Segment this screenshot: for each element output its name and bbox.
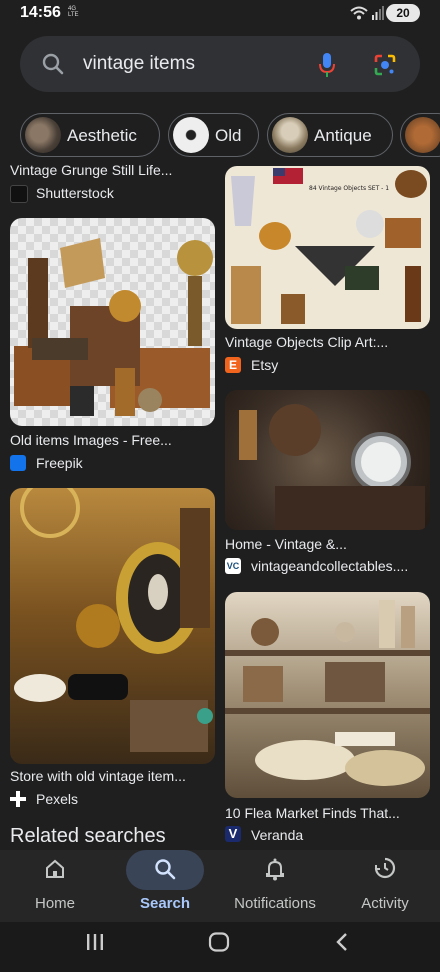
result-title[interactable]: 10 Flea Market Finds That... [225,805,430,821]
etsy-icon: E [225,357,241,373]
chip-thumbnail [173,117,209,153]
result-image-pocket-watch[interactable] [225,390,430,530]
wifi-icon [350,6,368,20]
activity-icon [374,857,396,879]
flea-market-illustration [225,600,430,786]
chip-thumbnail [405,117,440,153]
back-icon[interactable] [334,932,350,952]
search-input[interactable]: vintage items [83,53,195,75]
result-source[interactable]: Shutterstock [36,185,114,201]
home-icon [46,859,64,878]
tab-label: Notifications [234,895,316,912]
pexels-icon [10,791,26,807]
result-source[interactable]: Freepik [36,455,83,471]
network-indicator: 4G LTE [68,6,79,18]
chip-antique[interactable]: Antique [267,113,393,157]
chip-old[interactable]: Old [168,113,259,157]
result-image-flea-market[interactable] [225,592,430,798]
chip-more[interactable] [400,113,440,157]
tab-home[interactable]: Home [5,850,105,920]
result-source[interactable]: vintageandcollectables.... [251,558,431,574]
tab-label: Home [34,895,75,912]
bell-icon [266,858,284,881]
result-source[interactable]: Pexels [36,791,78,807]
tab-activity[interactable]: Activity [335,850,435,920]
clip-art-caption: 84 Vintage Objects SET - 1 [309,185,389,192]
chip-label: Old [215,126,242,145]
result-title[interactable]: Home - Vintage &... [225,536,430,552]
result-image-vintage-store[interactable] [10,488,215,764]
result-title[interactable]: Store with old vintage item... [10,768,215,784]
chip-thumbnail [272,117,308,153]
pocket-watch-illustration [239,404,425,530]
search-icon [155,859,176,880]
vintage-store-illustration [14,488,213,752]
result-title[interactable]: Vintage Grunge Still Life... [10,162,210,178]
result-title[interactable]: Old items Images - Free... [10,432,215,448]
status-time: 14:56 [20,4,61,21]
microphone-icon[interactable] [318,52,336,78]
clip-art-illustration: 84 Vintage Objects SET - 1 [231,168,427,324]
result-title[interactable]: Vintage Objects Clip Art:... [225,334,430,350]
search-bar[interactable] [20,36,420,92]
result-source[interactable]: Etsy [251,357,278,373]
vintageandcollectables-icon: VC [225,558,241,574]
recent-apps-icon[interactable] [85,932,105,952]
tab-notifications[interactable]: Notifications [225,850,325,920]
chip-aesthetic[interactable]: Aesthetic [20,113,160,157]
result-source[interactable]: Veranda [251,827,303,843]
veranda-icon: V [225,826,241,842]
freepik-icon [10,455,26,471]
chip-thumbnail [25,117,61,153]
tab-search[interactable]: Search [115,850,215,920]
result-image-old-items[interactable] [10,218,215,426]
battery-indicator: 20 [386,4,420,22]
tab-label: Search [139,895,191,912]
signal-icon [372,6,384,20]
google-lens-icon[interactable] [373,53,397,77]
old-items-illustration [14,238,213,416]
result-image-clip-art[interactable]: 84 Vintage Objects SET - 1 [225,166,430,329]
chip-label: Antique [314,126,372,145]
chip-label: Aesthetic [67,126,137,145]
related-searches-heading: Related searches [10,825,166,847]
shutterstock-icon [10,185,28,203]
home-button-icon[interactable] [208,932,230,952]
search-icon [42,53,64,75]
tab-label: Activity [361,895,409,912]
